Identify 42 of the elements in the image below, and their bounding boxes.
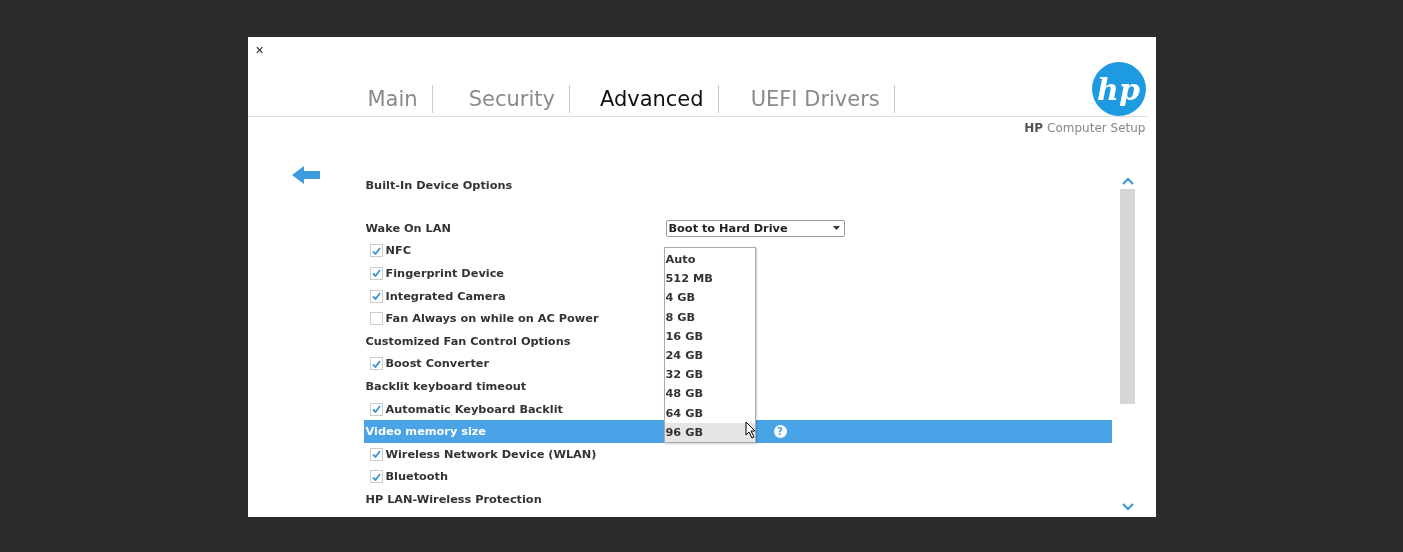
setting-label: Video memory size <box>364 425 488 439</box>
dropdown-option[interactable]: 512 MB <box>664 269 755 289</box>
back-arrow-icon[interactable] <box>291 165 320 185</box>
chevron-down-icon[interactable] <box>1121 503 1134 511</box>
group-label: Backlit keyboard timeout <box>364 379 528 393</box>
dropdown-option[interactable]: 24 GB <box>664 345 755 366</box>
checkbox-label: Fingerprint Device <box>384 267 505 280</box>
checkbox-label: Fan Always on while on AC Power <box>384 312 600 326</box>
checkbox[interactable] <box>369 312 383 326</box>
checkbox[interactable] <box>369 447 383 461</box>
group-label: HP LAN-Wireless Protection <box>364 492 543 506</box>
checkbox[interactable] <box>369 402 383 416</box>
close-button[interactable]: × <box>255 43 264 57</box>
chevron-up-icon[interactable] <box>1121 177 1134 185</box>
dropdown-option[interactable]: 32 GB <box>664 365 755 385</box>
checkbox-label: NFC <box>384 244 412 258</box>
dropdown-option[interactable]: 8 GB <box>664 307 755 327</box>
logo: hp <box>1091 62 1146 116</box>
setting-label: Wake On LAN <box>364 221 452 235</box>
dropdown-option[interactable]: Auto <box>664 250 755 270</box>
checkbox-label: Wireless Network Device (WLAN) <box>384 447 598 461</box>
product-name: Computer Setup <box>1047 121 1146 135</box>
scrollbar[interactable] <box>1120 189 1135 404</box>
select-field[interactable]: Boot to Hard Drive <box>665 219 845 237</box>
caret-icon <box>832 226 840 231</box>
group-label: Customized Fan Control Options <box>364 334 572 348</box>
brand-text: HP <box>1024 121 1044 135</box>
checkbox-label: Bluetooth <box>384 470 450 484</box>
checkbox[interactable] <box>369 244 383 258</box>
checkbox-label: Integrated Camera <box>384 289 507 303</box>
dropdown-option[interactable]: 16 GB <box>664 326 755 346</box>
checkbox[interactable] <box>369 470 383 484</box>
section-title: Built-In Device Options <box>365 178 514 194</box>
dropdown-option[interactable]: 64 GB <box>664 403 755 423</box>
checkbox[interactable] <box>369 267 383 280</box>
checkbox-label: Automatic Keyboard Backlit <box>384 402 564 416</box>
checkbox[interactable] <box>369 289 383 303</box>
checkbox-label: Boost Converter <box>384 357 490 371</box>
checkbox[interactable] <box>369 357 383 371</box>
dropdown-option[interactable]: 4 GB <box>664 288 755 308</box>
tab[interactable]: Advanced <box>591 85 719 113</box>
dropdown-option[interactable]: 48 GB <box>664 384 755 404</box>
